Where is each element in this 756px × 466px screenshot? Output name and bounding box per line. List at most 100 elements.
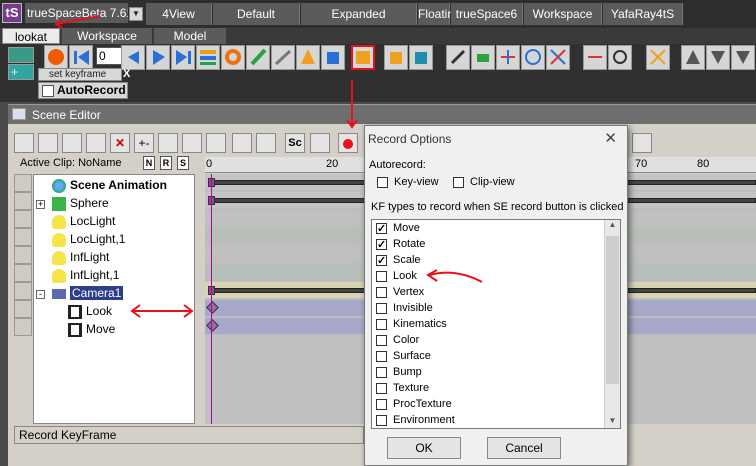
magnet-icon[interactable] xyxy=(471,45,495,70)
tree-item-move[interactable]: Move xyxy=(68,320,115,338)
keyframe-panel-close-button[interactable]: X xyxy=(123,68,130,80)
list-scrollbar[interactable]: ▲ ▼ xyxy=(604,220,620,428)
kf-item-rotate[interactable]: Rotate xyxy=(372,236,620,253)
copy-icon[interactable] xyxy=(182,133,202,153)
panel-swap-icon[interactable] xyxy=(8,47,34,63)
zoom-icon[interactable] xyxy=(256,133,276,153)
knife-icon[interactable] xyxy=(271,45,295,70)
kf-item-invisible[interactable]: Invisible xyxy=(372,300,620,316)
workspace-tab-floating[interactable]: Floating xyxy=(418,3,461,25)
lock-icon[interactable] xyxy=(232,133,252,153)
record-options-icon[interactable] xyxy=(351,45,375,70)
time-cursor[interactable] xyxy=(211,174,212,424)
tree-item-inflight[interactable]: InfLight xyxy=(52,248,109,266)
expand-toggle-icon[interactable]: + xyxy=(36,200,45,209)
workspace-tab-default[interactable]: Default xyxy=(213,3,300,25)
kf-item-color[interactable]: Color xyxy=(372,332,620,348)
prev-frame-icon[interactable] xyxy=(121,45,145,70)
blue-cube-icon[interactable] xyxy=(321,45,345,70)
fire-icon[interactable] xyxy=(296,45,320,70)
checkbox-box[interactable] xyxy=(376,334,387,346)
checkbox-box[interactable] xyxy=(376,286,387,298)
timeline-icon[interactable] xyxy=(196,45,220,70)
gutter-cell[interactable] xyxy=(14,210,32,228)
gutter-cell[interactable] xyxy=(14,192,32,210)
scale-icon[interactable] xyxy=(546,45,570,70)
gutter-cell[interactable] xyxy=(14,300,32,318)
keyframe-diamond[interactable] xyxy=(206,319,219,332)
swap-icon[interactable] xyxy=(310,133,330,153)
refresh-icon[interactable] xyxy=(86,133,106,153)
gutter-cell[interactable] xyxy=(14,246,32,264)
checkbox-box[interactable] xyxy=(376,270,387,282)
ok-button[interactable]: OK xyxy=(387,437,461,459)
kf-item-surface[interactable]: Surface xyxy=(372,348,620,364)
kf-item-look[interactable]: Look xyxy=(372,268,620,284)
teal-cube-icon[interactable] xyxy=(409,45,433,70)
se-record-button[interactable] xyxy=(338,133,358,153)
workspace-tab-truespace6[interactable]: trueSpace6 xyxy=(451,3,523,25)
tab-model[interactable]: Model xyxy=(154,28,226,44)
minus-icon[interactable]: +- xyxy=(134,133,154,153)
cancel-button[interactable]: Cancel xyxy=(487,437,561,459)
pen-tool-icon[interactable] xyxy=(446,45,470,70)
checkbox-box[interactable] xyxy=(376,366,387,378)
checkbox-box[interactable] xyxy=(376,221,387,237)
kf-item-move[interactable]: Move xyxy=(372,220,620,237)
arrow-down-icon[interactable] xyxy=(706,45,730,70)
checkbox-box[interactable] xyxy=(376,237,387,253)
record-button[interactable] xyxy=(44,45,68,70)
workspace-tab-expanded[interactable]: Expanded xyxy=(301,3,417,25)
tree-item-scene-animation[interactable]: Scene Animation xyxy=(52,176,167,194)
tree-item-sphere[interactable]: Sphere xyxy=(52,194,109,212)
checkbox-box[interactable] xyxy=(376,382,387,394)
tab-workspace[interactable]: Workspace xyxy=(62,28,152,44)
add-track-icon[interactable] xyxy=(632,133,652,153)
kf-item-bump[interactable]: Bump xyxy=(372,364,620,380)
gutter-cell[interactable] xyxy=(14,318,32,336)
checkbox-box[interactable] xyxy=(453,176,464,188)
clipview-checkbox[interactable]: Clip-view xyxy=(453,176,515,188)
gutter-cell[interactable] xyxy=(14,282,32,300)
hierarchy-icon[interactable] xyxy=(14,133,34,153)
n-button[interactable]: N xyxy=(143,156,155,170)
r-button[interactable]: R xyxy=(160,156,172,170)
go-to-start-icon[interactable] xyxy=(69,45,93,70)
scroll-down-icon[interactable]: ▼ xyxy=(605,416,620,428)
checkbox-box[interactable] xyxy=(376,253,387,269)
kf-item-kinematics[interactable]: Kinematics xyxy=(372,316,620,332)
s-button[interactable]: S xyxy=(177,156,189,170)
checkbox-box[interactable] xyxy=(376,318,387,330)
tree-item-camera1[interactable]: Camera1 xyxy=(52,284,124,302)
link-icon[interactable] xyxy=(38,133,58,153)
cut-icon[interactable] xyxy=(158,133,178,153)
tree-item-loclight[interactable]: LocLight xyxy=(52,212,115,230)
go-to-end-icon[interactable] xyxy=(171,45,195,70)
scroll-up-icon[interactable]: ▲ xyxy=(605,220,620,234)
lifebuoy-icon[interactable] xyxy=(221,45,245,70)
tree-item-loclight-1[interactable]: LocLight,1 xyxy=(52,230,125,248)
delete-icon[interactable]: ✕ xyxy=(110,133,130,153)
kf-item-proctexture[interactable]: ProcTexture xyxy=(372,396,620,412)
scale-tool-icon[interactable] xyxy=(646,45,670,70)
kf-item-environment[interactable]: Environment xyxy=(372,412,620,428)
workspace-tab-workspace[interactable]: Workspace xyxy=(524,3,602,25)
keyframe-diamond[interactable] xyxy=(206,301,219,314)
arrow-double-icon[interactable] xyxy=(731,45,755,70)
kf-item-scale[interactable]: Scale xyxy=(372,252,620,269)
move-tool-icon[interactable] xyxy=(583,45,607,70)
tree-item-look[interactable]: Look xyxy=(68,302,112,320)
paste-icon[interactable] xyxy=(206,133,226,153)
rotate-icon[interactable] xyxy=(521,45,545,70)
axis-move-icon[interactable] xyxy=(496,45,520,70)
workspace-dropdown-button[interactable]: ▼ xyxy=(129,7,143,21)
kf-item-vertex[interactable]: Vertex xyxy=(372,284,620,300)
gutter-cell[interactable] xyxy=(14,264,32,282)
play-icon[interactable] xyxy=(146,45,170,70)
dialog-close-button[interactable]: ✕ xyxy=(604,129,617,147)
scroll-thumb[interactable] xyxy=(606,236,619,384)
rotate-tool-icon[interactable] xyxy=(608,45,632,70)
gutter-cell[interactable] xyxy=(14,174,32,192)
add-node-icon[interactable] xyxy=(62,133,82,153)
autorecord-checkbox-box[interactable] xyxy=(42,85,54,97)
